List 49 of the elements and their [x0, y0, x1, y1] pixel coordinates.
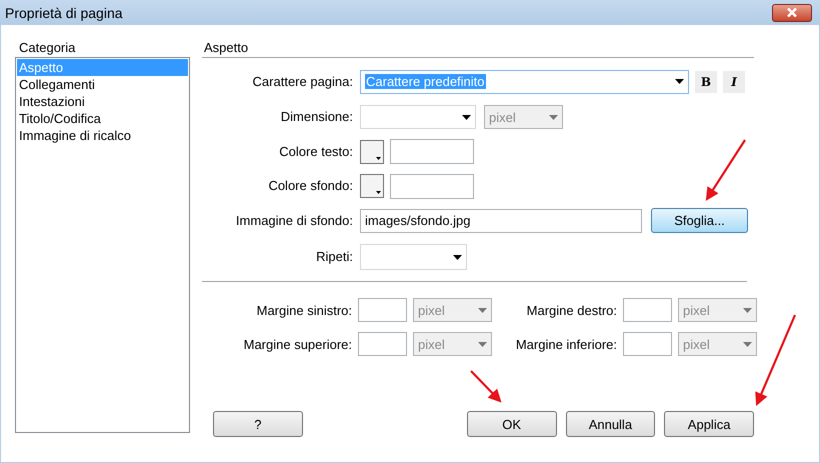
dialog-button[interactable]: ? [213, 411, 303, 437]
section-title: Aspetto [202, 40, 754, 58]
color-picker[interactable] [360, 140, 384, 164]
caret-icon [453, 254, 462, 260]
field-label: Immagine di sfondo: [234, 212, 353, 230]
caret-icon [376, 191, 381, 194]
caret-icon [462, 114, 471, 120]
field-label: Ripeti: [315, 248, 353, 266]
color-picker[interactable] [360, 174, 384, 198]
caret-icon [478, 308, 487, 312]
field-label: Dimensione: [280, 108, 353, 126]
size-dropdown[interactable] [360, 105, 476, 129]
caret-icon [478, 342, 487, 346]
field-label: Margine destro: [526, 302, 617, 318]
field-label: Carattere pagina: [252, 73, 353, 91]
window-title: Proprietà di pagina [5, 4, 123, 20]
dialog-button[interactable]: OK [466, 411, 556, 437]
field-label: Margine inferiore: [514, 336, 617, 352]
field-label: Margine superiore: [242, 336, 352, 352]
color-field[interactable] [390, 174, 474, 198]
margin-field[interactable] [358, 298, 407, 322]
browse-button[interactable]: Sfoglia... [651, 208, 748, 233]
field-label: Colore testo: [278, 143, 353, 161]
category-item[interactable]: Collegamenti [17, 76, 188, 93]
bold-button[interactable]: B [695, 70, 717, 92]
color-field[interactable] [390, 139, 474, 164]
margin-field[interactable] [623, 298, 672, 322]
caret-icon [743, 342, 752, 346]
caret-icon [376, 156, 381, 160]
italic-button[interactable]: I [723, 70, 745, 92]
dialog-button[interactable]: Annulla [566, 411, 656, 437]
caret-icon [549, 114, 558, 120]
category-item[interactable]: Immagine di ricalco [17, 127, 188, 144]
list-label: Categoria [18, 40, 76, 55]
close-icon [786, 7, 798, 18]
margin-field[interactable] [623, 332, 672, 356]
annotation-arrow [706, 139, 746, 201]
caret-icon [675, 79, 684, 84]
field-label: Margine sinistro: [256, 302, 352, 318]
margin-field[interactable] [358, 332, 407, 356]
close-button[interactable] [772, 4, 812, 22]
image-path-field[interactable]: images/sfondo.jpg [360, 208, 642, 232]
dialog-button[interactable]: Applica [664, 411, 754, 437]
repeat-dropdown[interactable] [360, 244, 467, 270]
category-item[interactable]: Titolo/Codifica [17, 110, 188, 127]
field-label: Colore sfondo: [267, 177, 353, 195]
caret-icon [743, 308, 752, 312]
category-item[interactable]: Intestazioni [17, 93, 188, 110]
annotation-arrow [470, 370, 502, 403]
